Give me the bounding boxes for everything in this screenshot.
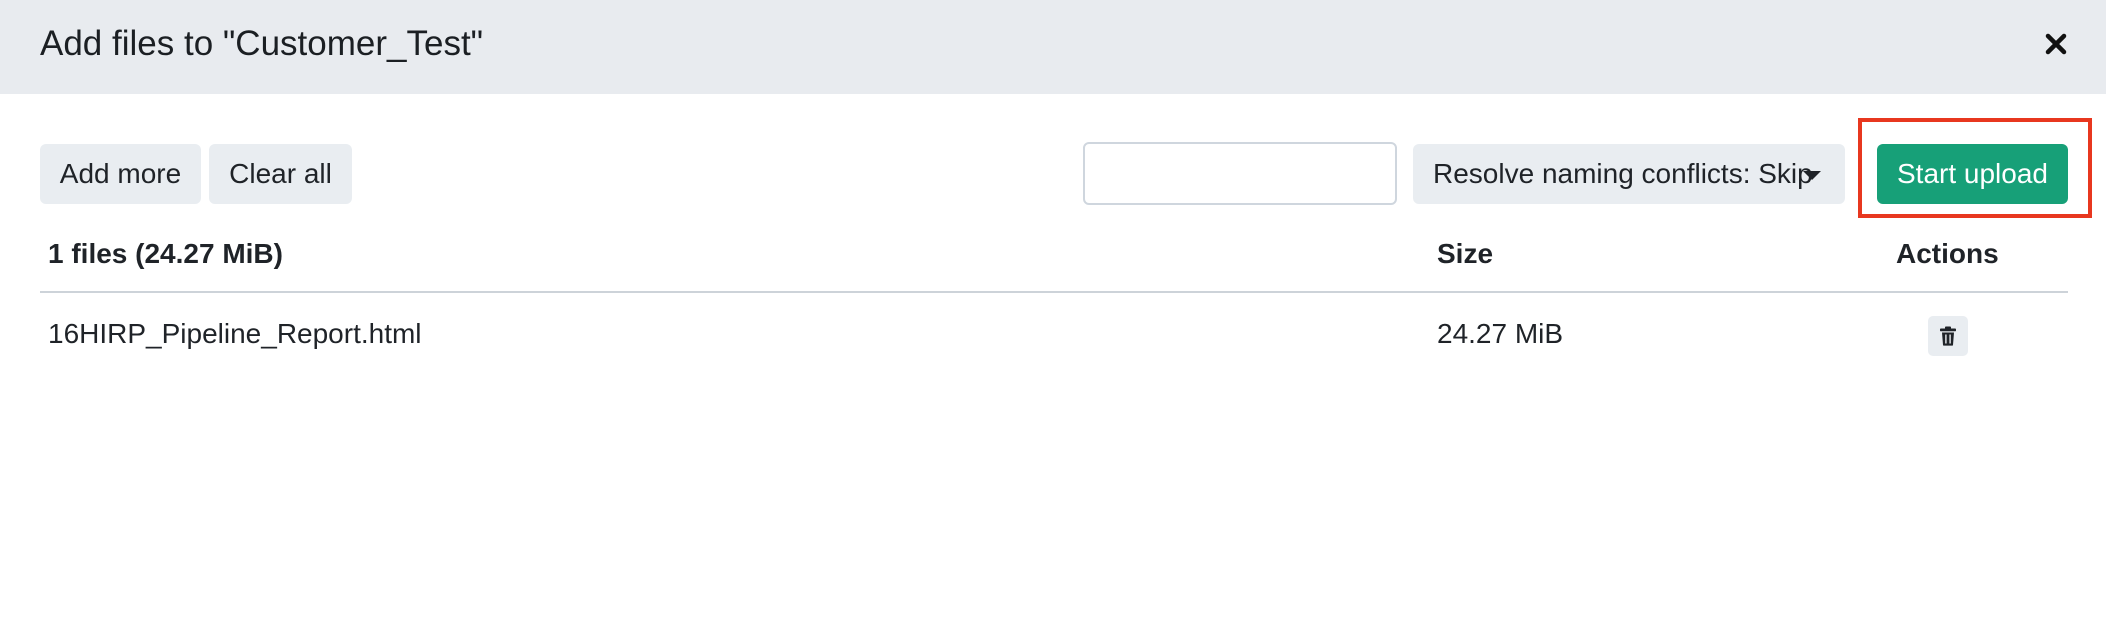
close-icon (2045, 33, 2067, 55)
actions-column-header: Actions (1896, 238, 1999, 269)
files-column-header: 1 files (24.27 MiB) (48, 238, 283, 269)
chevron-down-icon (1803, 171, 1821, 180)
filter-input[interactable] (1083, 142, 1397, 205)
dialog-header: Add files to "Customer_Test" (0, 0, 2106, 94)
header-divider (40, 291, 2068, 293)
file-size: 24.27 MiB (1437, 318, 1564, 349)
trash-icon (1940, 326, 1956, 346)
add-more-button[interactable]: Add more (40, 144, 201, 204)
delete-file-button[interactable] (1928, 316, 1968, 356)
start-upload-button[interactable]: Start upload (1877, 144, 2068, 204)
clear-all-button[interactable]: Clear all (209, 144, 352, 204)
size-column-header: Size (1437, 238, 1494, 269)
dialog-title: Add files to "Customer_Test" (40, 24, 484, 63)
upload-dialog: Add files to "Customer_Test" Add more Cl… (0, 0, 2106, 640)
resolve-conflicts-label: Resolve naming conflicts: Skip (1433, 158, 1813, 189)
resolve-conflicts-dropdown[interactable]: Resolve naming conflicts: Skip (1413, 144, 1845, 204)
close-button[interactable] (2038, 26, 2074, 62)
file-name: 16HIRP_Pipeline_Report.html (48, 318, 422, 349)
